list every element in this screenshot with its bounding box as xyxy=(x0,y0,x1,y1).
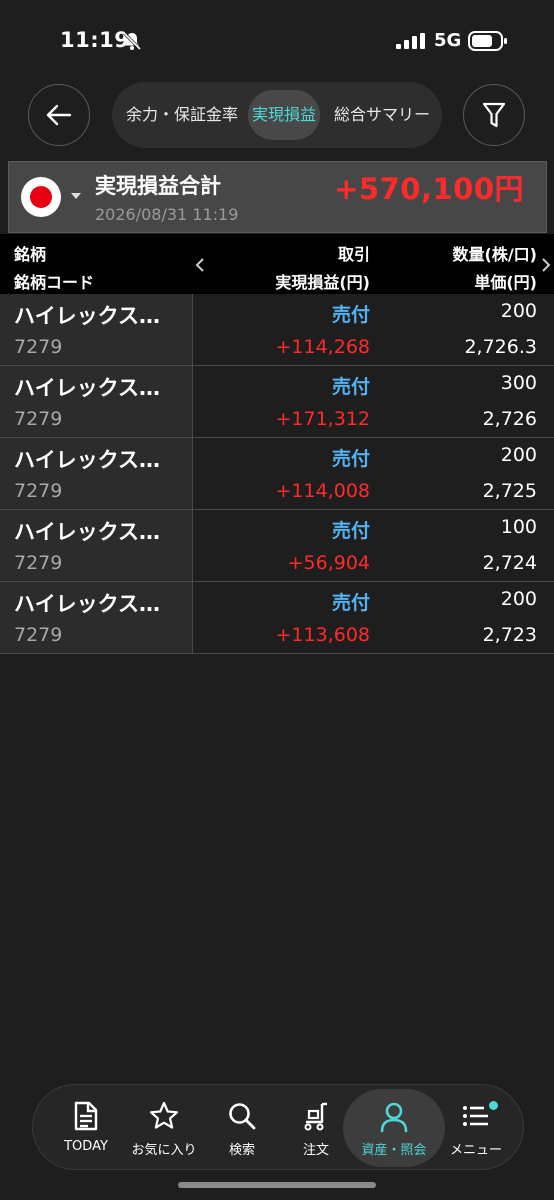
arrow-left-icon xyxy=(46,104,72,126)
tab-favorites[interactable]: お気に入り xyxy=(125,1085,203,1171)
table-row[interactable]: ハイレックス… 7279 売付 +56,904 100 2,724 xyxy=(0,510,554,582)
summary-total: +570,100円 xyxy=(334,172,524,206)
filter-icon xyxy=(482,102,506,128)
row-code: 7279 xyxy=(14,480,63,502)
row-price: 2,726 xyxy=(482,408,537,430)
row-qty: 200 xyxy=(500,588,537,610)
table-row[interactable]: ハイレックス… 7279 売付 +114,268 200 2,726.3 xyxy=(0,294,554,366)
header-price: 単価(円) xyxy=(474,273,537,292)
row-side: 売付 xyxy=(331,304,370,326)
header-side: 取引 xyxy=(337,245,370,264)
document-icon xyxy=(74,1101,98,1131)
header-name: 銘柄 xyxy=(14,245,47,264)
view-segment-control: 余力・保証金率 実現損益 総合サマリー xyxy=(112,82,442,148)
table-row[interactable]: ハイレックス… 7279 売付 +113,608 200 2,723 xyxy=(0,582,554,654)
row-qty: 300 xyxy=(500,372,537,394)
header-qty: 数量(株/口) xyxy=(452,245,537,264)
tab-label: お気に入り xyxy=(131,1143,197,1158)
tab-realized-pnl[interactable]: 実現損益 xyxy=(248,90,320,140)
row-pnl: +114,268 xyxy=(275,336,371,358)
tab-label: 資産・照会 xyxy=(361,1143,427,1158)
status-bar: 11:19 5G xyxy=(0,0,554,80)
signal-icon xyxy=(396,33,425,49)
bell-slash-icon xyxy=(122,31,142,51)
tab-assets[interactable]: 資産・照会 xyxy=(343,1089,445,1167)
tab-label: 検索 xyxy=(228,1143,255,1158)
menu-icon xyxy=(463,1106,488,1126)
row-name: ハイレックス… xyxy=(14,304,160,328)
table-header: 銘柄 銘柄コード 取引 実現損益(円) 数量(株/口) 単価(円) xyxy=(0,234,554,294)
row-price: 2,724 xyxy=(482,552,537,574)
realized-pnl-summary: 実現損益合計 2026/08/31 11:19 +570,100円 xyxy=(8,161,547,233)
row-name: ハイレックス… xyxy=(14,448,160,472)
person-icon xyxy=(380,1102,408,1133)
row-pnl: +56,904 xyxy=(287,552,370,574)
row-qty: 200 xyxy=(500,300,537,322)
row-price: 2,725 xyxy=(482,480,537,502)
row-qty: 200 xyxy=(500,444,537,466)
chevron-down-icon[interactable] xyxy=(71,193,81,199)
tab-label: TODAY xyxy=(64,1139,108,1154)
row-pnl: +113,608 xyxy=(275,624,371,646)
chevron-right-icon[interactable] xyxy=(541,258,551,272)
row-name: ハイレックス… xyxy=(14,376,160,400)
row-price: 2,723 xyxy=(482,624,537,646)
filter-button[interactable] xyxy=(463,84,525,146)
row-side: 売付 xyxy=(331,592,370,614)
bottom-tab-bar: TODAY お気に入り 検索 注文 資産・照会 メニュー xyxy=(32,1084,524,1170)
row-side: 売付 xyxy=(331,448,370,470)
summary-date: 2026/08/31 11:19 xyxy=(95,205,239,224)
japan-flag-icon[interactable] xyxy=(21,177,61,217)
row-qty: 100 xyxy=(500,516,537,538)
chevron-left-icon[interactable] xyxy=(195,258,205,272)
row-side: 売付 xyxy=(331,520,370,542)
row-name: ハイレックス… xyxy=(14,592,160,616)
tab-menu[interactable]: メニュー xyxy=(437,1085,515,1171)
row-code: 7279 xyxy=(14,624,63,646)
tab-total-summary[interactable]: 総合サマリー xyxy=(326,90,438,140)
row-pnl: +114,008 xyxy=(275,480,371,502)
tab-search[interactable]: 検索 xyxy=(203,1085,281,1171)
status-time: 11:19 xyxy=(60,28,130,52)
row-price: 2,726.3 xyxy=(464,336,537,358)
tab-margin-ratio[interactable]: 余力・保証金率 xyxy=(118,90,246,140)
battery-icon xyxy=(468,31,507,51)
row-pnl: +171,312 xyxy=(275,408,371,430)
row-name: ハイレックス… xyxy=(14,520,160,544)
star-icon xyxy=(149,1101,179,1129)
row-code: 7279 xyxy=(14,408,63,430)
back-button[interactable] xyxy=(28,84,90,146)
row-code: 7279 xyxy=(14,336,63,358)
row-side: 売付 xyxy=(331,376,370,398)
cart-icon xyxy=(304,1102,327,1131)
header-pnl: 実現損益(円) xyxy=(275,273,370,292)
table-row[interactable]: ハイレックス… 7279 売付 +171,312 300 2,726 xyxy=(0,366,554,438)
summary-title: 実現損益合計 xyxy=(95,174,221,198)
tab-today[interactable]: TODAY xyxy=(47,1085,125,1171)
notification-dot xyxy=(489,1101,498,1110)
tab-label: メニュー xyxy=(449,1143,502,1158)
search-icon xyxy=(229,1103,256,1130)
home-indicator xyxy=(178,1182,376,1188)
network-label: 5G xyxy=(434,30,462,51)
header-code: 銘柄コード xyxy=(14,273,95,292)
table-row[interactable]: ハイレックス… 7279 売付 +114,008 200 2,725 xyxy=(0,438,554,510)
row-code: 7279 xyxy=(14,552,63,574)
pnl-list: ハイレックス… 7279 売付 +114,268 200 2,726.3 ハイレ… xyxy=(0,294,554,654)
